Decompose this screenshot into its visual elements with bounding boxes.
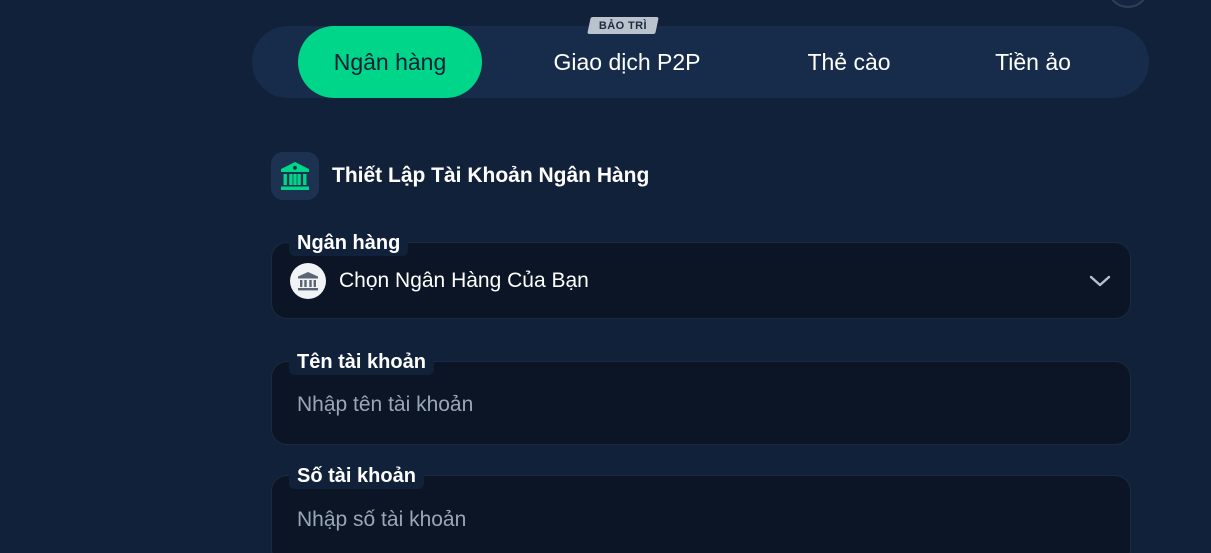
avatar[interactable] bbox=[1107, 0, 1149, 8]
bank-select-label: Ngân hàng bbox=[289, 230, 409, 256]
chevron-down-icon bbox=[1088, 269, 1112, 293]
tab-p2p[interactable]: Giao dịch P2P bbox=[522, 26, 732, 98]
account-name-label: Tên tài khoản bbox=[289, 349, 434, 375]
account-number-input[interactable] bbox=[297, 503, 1110, 537]
bank-select[interactable]: Chọn Ngân Hàng Của Bạn bbox=[290, 261, 1112, 301]
account-name-field: Tên tài khoản bbox=[271, 349, 1131, 445]
tab-bar: Ngân hàng Giao dịch P2P BẢO TRÌ Thẻ cào … bbox=[252, 17, 1149, 98]
maintenance-badge: BẢO TRÌ bbox=[587, 17, 659, 34]
tab-p2p-label: Giao dịch P2P bbox=[553, 48, 701, 75]
bank-icon bbox=[290, 263, 326, 299]
page: Ngân hàng Giao dịch P2P BẢO TRÌ Thẻ cào … bbox=[0, 0, 1211, 553]
maintenance-badge-label: BẢO TRÌ bbox=[599, 19, 648, 32]
account-number-label: Số tài khoản bbox=[289, 463, 424, 489]
tab-scratch-card[interactable]: Thẻ cào bbox=[782, 26, 916, 98]
bank-select-field: Ngân hàng Chọn Ngân Hàng Của Bạn bbox=[271, 230, 1131, 319]
section-header: Thiết Lập Tài Khoản Ngân Hàng bbox=[271, 152, 649, 200]
tab-bank[interactable]: Ngân hàng bbox=[298, 26, 482, 98]
tab-crypto-label: Tiền ảo bbox=[995, 48, 1071, 75]
bank-select-value: Chọn Ngân Hàng Của Bạn bbox=[339, 269, 589, 292]
tab-scratch-card-label: Thẻ cào bbox=[807, 48, 891, 75]
tab-crypto[interactable]: Tiền ảo bbox=[968, 26, 1098, 98]
account-name-input[interactable] bbox=[297, 388, 1110, 422]
bank-icon bbox=[271, 152, 319, 200]
account-number-field: Số tài khoản bbox=[271, 463, 1131, 553]
section-title: Thiết Lập Tài Khoản Ngân Hàng bbox=[332, 164, 650, 187]
tab-bank-label: Ngân hàng bbox=[333, 48, 447, 75]
